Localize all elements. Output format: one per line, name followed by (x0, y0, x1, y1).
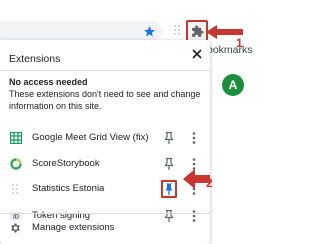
extension-row-scorestorybook[interactable]: ScoreStorybook (0, 152, 210, 176)
profile-avatar[interactable]: A (222, 74, 244, 96)
extension-name: Google Meet Grid View (fix) (32, 132, 149, 143)
annotation-number-2: 2 (206, 176, 213, 190)
circle-icon (10, 158, 22, 170)
manage-extensions-label: Manage extensions (32, 222, 115, 233)
extension-name: ScoreStorybook (32, 158, 100, 169)
pin-icon[interactable] (163, 131, 175, 145)
bookmark-star-icon[interactable] (143, 25, 156, 38)
section-heading: No access needed (9, 77, 88, 87)
close-icon[interactable] (191, 48, 203, 60)
extension-name: Statistics Estonia (32, 183, 105, 194)
pin-icon[interactable] (163, 157, 175, 171)
section-description: These extensions don't need to see and c… (9, 89, 201, 111)
more-options-icon[interactable] (190, 131, 198, 145)
dots-icon (12, 184, 18, 194)
gear-icon (11, 223, 20, 233)
bookmarks-bar-text[interactable]: ookmarks (207, 44, 253, 56)
extension-row-statistics-estonia[interactable]: Statistics Estonia (0, 177, 210, 201)
address-bar[interactable] (0, 21, 162, 41)
extensions-popup: Extensions No access needed These extens… (0, 40, 210, 244)
popup-divider (0, 213, 210, 214)
manage-extensions-link[interactable]: Manage extensions (0, 216, 210, 240)
annotation-number-1: 1 (236, 36, 243, 50)
extensions-puzzle-button[interactable] (186, 20, 208, 42)
extension-toolbar-icon[interactable] (173, 23, 183, 37)
grid-icon (10, 132, 22, 144)
puzzle-icon (191, 25, 203, 37)
popup-title: Extensions (9, 53, 61, 65)
extension-row-google-meet-grid-view[interactable]: Google Meet Grid View (fix) (0, 126, 210, 150)
pin-icon-active[interactable] (163, 182, 175, 196)
popup-divider (0, 70, 210, 71)
